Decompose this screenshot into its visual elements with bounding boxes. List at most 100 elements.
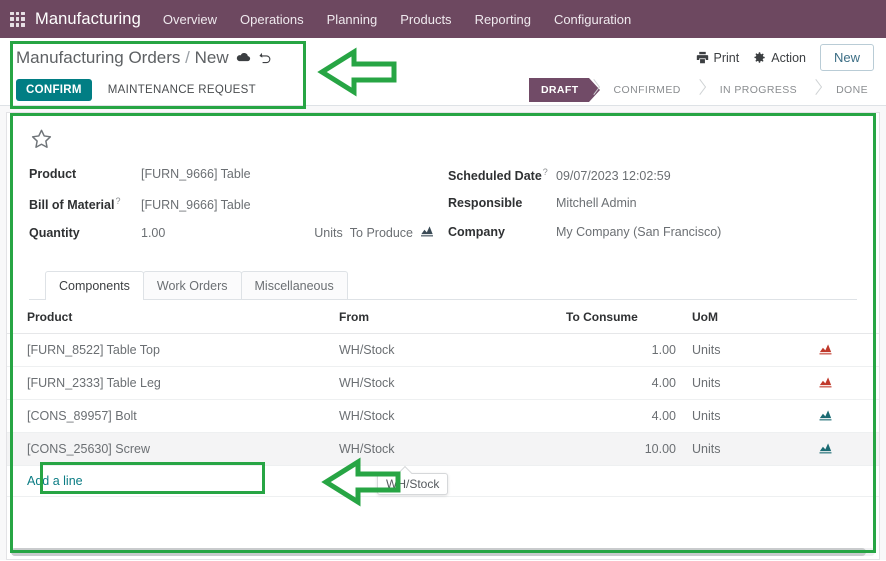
cell-to-consume[interactable]: 4.00 bbox=[560, 399, 682, 433]
cell-empty bbox=[862, 465, 879, 497]
status-stage-in-progress[interactable]: IN PROGRESS bbox=[708, 78, 811, 102]
printer-icon bbox=[696, 51, 708, 64]
table-row[interactable]: [CONS_25630] Screw WH/Stock 10.00 Units bbox=[7, 432, 879, 466]
field-value-scheduled-date[interactable]: 09/07/2023 12:02:59 bbox=[556, 169, 671, 183]
field-quantity: Quantity 1.00 Units To Produce bbox=[29, 225, 438, 254]
form-column-left: Product [FURN_9666] Table Bill of Materi… bbox=[29, 167, 448, 254]
add-a-line-button[interactable]: Add a line bbox=[27, 474, 83, 488]
nav-item-configuration[interactable]: Configuration bbox=[554, 12, 631, 27]
scrollbar-thumb[interactable] bbox=[11, 548, 867, 556]
nav-item-reporting[interactable]: Reporting bbox=[475, 12, 531, 27]
cell-uom[interactable]: Units bbox=[682, 399, 788, 433]
discard-undo-icon[interactable] bbox=[258, 51, 273, 65]
field-value-company[interactable]: My Company (San Francisco) bbox=[556, 225, 721, 239]
status-stage-confirmed[interactable]: CONFIRMED bbox=[602, 78, 695, 102]
cell-from[interactable]: WH/Stock bbox=[333, 399, 560, 433]
field-label-text: Scheduled Date bbox=[448, 169, 542, 184]
form-column-right: Scheduled Date? 09/07/2023 12:02:59 Resp… bbox=[448, 167, 857, 254]
cell-to-consume[interactable]: 10.00 bbox=[560, 432, 682, 466]
column-header-from[interactable]: From bbox=[333, 300, 560, 334]
field-label-quantity: Quantity bbox=[29, 225, 80, 240]
table-row[interactable]: [CONS_89957] Bolt WH/Stock 4.00 Units bbox=[7, 399, 879, 433]
cell-to-consume[interactable]: 1.00 bbox=[560, 333, 682, 367]
field-responsible: Responsible Mitchell Admin bbox=[448, 196, 857, 225]
column-header-to-consume[interactable]: To Consume bbox=[560, 300, 682, 334]
column-header-uom[interactable]: UoM bbox=[682, 300, 788, 334]
field-label-bill-of-material: Bill of Material? bbox=[29, 196, 141, 212]
print-button[interactable]: Print bbox=[696, 50, 740, 65]
cell-product[interactable]: [CONS_89957] Bolt bbox=[7, 399, 333, 433]
status-stage-draft[interactable]: DRAFT bbox=[528, 78, 600, 102]
cell-uom[interactable]: Units bbox=[682, 432, 788, 466]
forecast-chart-icon[interactable] bbox=[818, 409, 833, 424]
tab-miscellaneous[interactable]: Miscellaneous bbox=[240, 271, 348, 299]
quantity-uom: Units bbox=[314, 225, 343, 240]
breadcrumb-separator: / bbox=[185, 47, 190, 67]
gear-icon bbox=[754, 52, 765, 63]
nav-item-products[interactable]: Products bbox=[400, 12, 451, 27]
cell-delete[interactable] bbox=[862, 333, 879, 367]
top-navbar: Manufacturing Overview Operations Planni… bbox=[0, 0, 886, 38]
forecast-chart-icon[interactable] bbox=[818, 376, 833, 391]
field-value-bill-of-material[interactable]: [FURN_9666] Table bbox=[141, 198, 251, 212]
nav-item-overview[interactable]: Overview bbox=[163, 12, 217, 27]
quantity-extras: Units To Produce bbox=[314, 225, 438, 240]
field-value-product[interactable]: [FURN_9666] Table bbox=[141, 167, 251, 181]
table-row[interactable]: [FURN_8522] Table Top WH/Stock 1.00 Unit… bbox=[7, 333, 879, 367]
horizontal-scrollbar[interactable] bbox=[11, 548, 875, 556]
cell-forecast[interactable] bbox=[788, 366, 862, 400]
cell-delete[interactable] bbox=[862, 399, 879, 433]
field-label-company: Company bbox=[448, 225, 505, 239]
forecast-chart-icon[interactable] bbox=[818, 442, 833, 457]
cloud-save-icon[interactable] bbox=[236, 51, 251, 64]
print-label: Print bbox=[713, 50, 740, 65]
field-value-quantity[interactable]: 1.00 bbox=[141, 226, 165, 240]
cell-product[interactable]: [FURN_2333] Table Leg bbox=[7, 366, 333, 400]
cell-uom[interactable]: Units bbox=[682, 333, 788, 367]
column-header-product[interactable]: Product bbox=[7, 300, 333, 334]
confirm-button[interactable]: CONFIRM bbox=[16, 79, 92, 101]
star-icon[interactable] bbox=[29, 127, 54, 155]
to-produce-label: To Produce bbox=[349, 225, 413, 240]
help-icon[interactable]: ? bbox=[543, 167, 548, 177]
column-header-delete bbox=[862, 300, 879, 334]
help-icon[interactable]: ? bbox=[115, 196, 120, 206]
status-separator bbox=[695, 78, 708, 102]
field-value-responsible[interactable]: Mitchell Admin bbox=[556, 196, 637, 210]
field-company: Company My Company (San Francisco) bbox=[448, 225, 857, 254]
table-row[interactable]: [FURN_2333] Table Leg WH/Stock 4.00 Unit… bbox=[7, 366, 879, 400]
cell-forecast[interactable] bbox=[788, 432, 862, 466]
breadcrumb: Manufacturing Orders / New bbox=[16, 48, 273, 68]
cell-product[interactable]: [FURN_8522] Table Top bbox=[7, 333, 333, 367]
forecast-chart-icon[interactable] bbox=[818, 343, 833, 358]
tab-components[interactable]: Components bbox=[45, 271, 144, 300]
field-label-responsible: Responsible bbox=[448, 196, 523, 210]
cell-product[interactable]: [CONS_25630] Screw bbox=[7, 432, 333, 466]
cell-from[interactable]: WH/Stock bbox=[333, 333, 560, 367]
tab-work-orders[interactable]: Work Orders bbox=[142, 271, 242, 299]
action-button[interactable]: Action bbox=[753, 51, 806, 65]
cell-forecast[interactable] bbox=[788, 333, 862, 367]
field-label-text: Bill of Material bbox=[29, 198, 115, 213]
apps-grid-icon[interactable] bbox=[10, 11, 25, 27]
status-stage-done[interactable]: DONE bbox=[824, 78, 882, 102]
cell-forecast[interactable] bbox=[788, 399, 862, 433]
cell-delete[interactable] bbox=[862, 366, 879, 400]
cell-uom[interactable]: Units bbox=[682, 366, 788, 400]
cell-delete[interactable] bbox=[862, 432, 879, 466]
cell-from[interactable]: WH/Stock bbox=[333, 366, 560, 400]
form-sheet: Product [FURN_9666] Table Bill of Materi… bbox=[6, 112, 880, 560]
cell-from[interactable]: WH/Stock bbox=[333, 432, 560, 466]
nav-item-planning[interactable]: Planning bbox=[327, 12, 378, 27]
nav-item-operations[interactable]: Operations bbox=[240, 12, 304, 27]
notebook-tabs: Components Work Orders Miscellaneous bbox=[29, 271, 857, 300]
field-label-product: Product bbox=[29, 167, 77, 181]
maintenance-request-button[interactable]: MAINTENANCE REQUEST bbox=[102, 79, 262, 101]
forecast-chart-icon[interactable] bbox=[420, 225, 434, 240]
cell-to-consume[interactable]: 4.00 bbox=[560, 366, 682, 400]
new-button[interactable]: New bbox=[819, 44, 874, 71]
notebook: Components Work Orders Miscellaneous bbox=[29, 271, 857, 300]
add-line-cell[interactable]: Add a line bbox=[7, 465, 333, 497]
status-separator bbox=[811, 78, 824, 102]
breadcrumb-root[interactable]: Manufacturing Orders bbox=[16, 48, 180, 67]
